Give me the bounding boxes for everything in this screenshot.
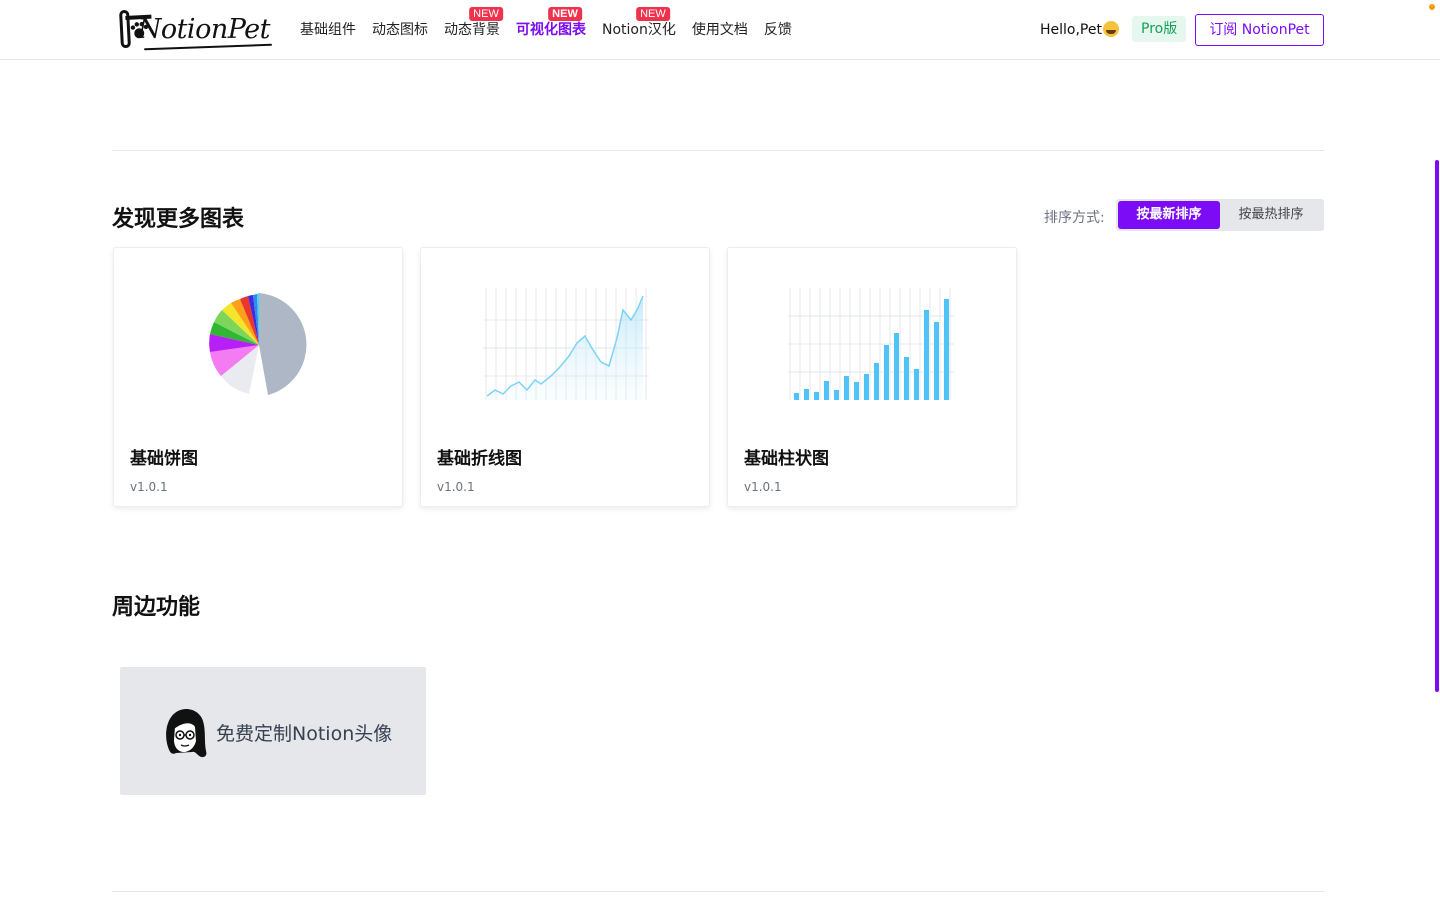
nav-label: 基础组件	[300, 22, 356, 38]
paw-box-icon	[119, 9, 152, 49]
card-title: 基础饼图	[130, 449, 198, 469]
bar-chart-thumbnail	[788, 288, 954, 400]
status-dot-icon	[1429, 4, 1435, 10]
chart-card-line[interactable]: 基础折线图 v1.0.1	[420, 247, 710, 507]
nav-label: 动态背景	[444, 22, 500, 38]
card-version: v1.0.1	[130, 480, 168, 494]
footer-divider	[112, 891, 1324, 892]
sort-label: 排序方式:	[1044, 210, 1105, 226]
sort-newest-button[interactable]: 按最新排序	[1118, 201, 1220, 229]
pie-chart-thumbnail	[209, 293, 307, 395]
sort-toggle: 按最新排序 按最热排序	[1116, 199, 1324, 231]
nav-item-animated-backgrounds[interactable]: 动态背景 NEW	[444, 7, 503, 40]
avatar-card-label: 免费定制Notion头像	[216, 723, 393, 745]
notionpet-logo[interactable]: NotionPet	[119, 9, 271, 49]
line-chart-thumbnail	[483, 288, 649, 400]
card-title: 基础柱状图	[744, 449, 829, 469]
page-scrollbar[interactable]	[1435, 160, 1439, 692]
nav-item-charts[interactable]: 可视化图表 NEW	[516, 7, 586, 40]
nav-label: 使用文档	[691, 22, 748, 38]
nav-item-feedback[interactable]: 反馈	[764, 20, 792, 40]
sort-hottest-button[interactable]: 按最热排序	[1220, 201, 1322, 229]
avatar-customize-card[interactable]: 免费定制Notion头像	[120, 667, 426, 795]
nav-label: Notion汉化	[602, 22, 676, 38]
charts-section-title: 发现更多图表	[112, 207, 245, 232]
logo-text: NotionPet	[137, 13, 271, 45]
nav-item-notion-chinese[interactable]: Notion汉化 NEW	[602, 7, 676, 40]
grinning-face-icon	[1102, 21, 1119, 37]
card-title: 基础折线图	[437, 449, 522, 469]
cartoon-avatar-icon	[166, 709, 207, 758]
main-nav: 基础组件 动态图标 动态背景 NEW 可视化图表 NEW Notion汉化 NEW 使…	[300, 7, 808, 40]
subscribe-button[interactable]: 订阅 NotionPet	[1195, 14, 1324, 46]
nav-label: 反馈	[763, 22, 792, 38]
nav-item-basic-components[interactable]: 基础组件	[300, 20, 356, 40]
nav-label: 可视化图表	[516, 22, 586, 38]
greeting-text: Hello,Pet	[1040, 22, 1102, 38]
pro-badge[interactable]: Pro版	[1132, 16, 1187, 42]
user-greeting[interactable]: Hello,Pet	[1040, 20, 1119, 40]
card-version: v1.0.1	[437, 480, 475, 494]
new-badge: NEW	[469, 7, 503, 21]
top-header: NotionPet 基础组件 动态图标 动态背景 NEW 可视化图表 NEW Not…	[0, 0, 1440, 60]
section-divider	[112, 150, 1324, 151]
chart-card-pie[interactable]: 基础饼图 v1.0.1	[113, 247, 403, 507]
nav-label: 动态图标	[372, 22, 428, 38]
new-badge: NEW	[548, 7, 582, 21]
card-version: v1.0.1	[744, 480, 782, 494]
features-section-title: 周边功能	[112, 595, 201, 620]
nav-item-animated-icons[interactable]: 动态图标	[372, 20, 428, 40]
nav-item-docs[interactable]: 使用文档	[692, 20, 748, 40]
new-badge: NEW	[636, 7, 670, 21]
chart-card-bar[interactable]: 基础柱状图 v1.0.1	[727, 247, 1017, 507]
